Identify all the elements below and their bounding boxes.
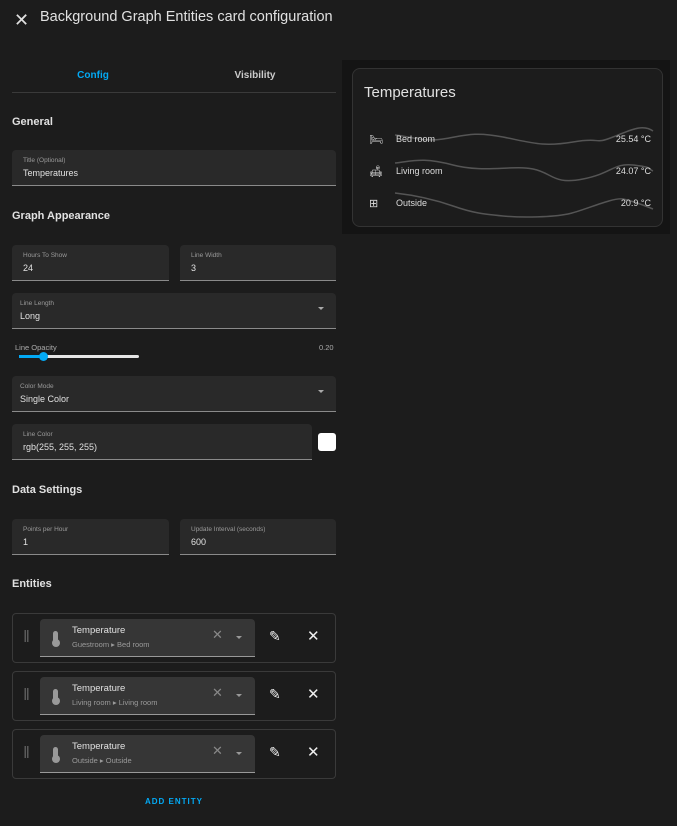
color-mode-value: Single Color — [20, 394, 70, 404]
entity-name: Temperature — [72, 625, 126, 636]
drag-handle-icon[interactable] — [24, 746, 29, 758]
clear-icon[interactable]: ✕ — [212, 685, 223, 701]
entity-name: Living room — [396, 166, 443, 176]
title-label: Title (Optional) — [23, 157, 66, 164]
entity-value: 25.54 °C — [615, 134, 651, 144]
entity-row-living-room[interactable]: 🛋 Living room 24.07 °C — [353, 163, 662, 183]
data-settings-heading: Data Settings — [12, 484, 83, 496]
entity-value: 24.07 °C — [615, 166, 651, 176]
entity-picker[interactable]: Temperature Living room ▸ Living room ✕ — [40, 677, 255, 715]
clear-icon[interactable]: ✕ — [212, 743, 223, 759]
entity-picker[interactable]: Temperature Guestroom ▸ Bed room ✕ — [40, 619, 255, 657]
hours-value: 24 — [23, 263, 34, 273]
entity-name: Temperature — [72, 683, 126, 694]
drag-handle-icon[interactable] — [24, 688, 29, 700]
hours-label: Hours To Show — [23, 252, 67, 259]
entity-area: Guestroom ▸ Bed room — [72, 640, 150, 649]
edit-pencil-icon[interactable]: ✎ — [269, 628, 281, 645]
points-per-hour-input[interactable]: Points per Hour 1 — [12, 519, 169, 555]
edit-pencil-icon[interactable]: ✎ — [269, 744, 281, 761]
entity-area: Living room ▸ Living room — [72, 698, 158, 707]
line-color-input[interactable]: Line Color rgb(255, 255, 255) — [12, 424, 312, 460]
entities-heading: Entities — [12, 578, 52, 590]
thermometer-icon — [51, 689, 60, 705]
drag-handle-icon[interactable] — [24, 630, 29, 642]
hours-to-show-input[interactable]: Hours To Show 24 — [12, 245, 169, 281]
chevron-down-icon — [318, 390, 324, 393]
title-value: Temperatures — [23, 168, 79, 178]
dialog-title: Background Graph Entities card configura… — [40, 9, 333, 25]
remove-icon[interactable]: ✕ — [307, 685, 320, 703]
entity-row: Temperature Living room ▸ Living room ✕ … — [12, 671, 336, 721]
sofa-icon: 🛋 — [369, 166, 383, 178]
line-color-value: rgb(255, 255, 255) — [23, 442, 98, 452]
tab-divider — [12, 92, 336, 93]
chevron-down-icon[interactable] — [236, 694, 242, 697]
line-length-value: Long — [20, 311, 41, 321]
entity-name: Temperature — [72, 741, 126, 752]
slider-handle[interactable] — [39, 352, 48, 361]
add-entity-button[interactable]: ADD ENTITY — [12, 797, 336, 806]
line-color-label: Line Color — [23, 431, 53, 438]
line-width-value: 3 — [191, 263, 197, 273]
interval-label: Update Interval (seconds) — [191, 526, 266, 533]
general-heading: General — [12, 116, 53, 128]
entity-row: Temperature Guestroom ▸ Bed room ✕ ✎ ✕ — [12, 613, 336, 663]
entity-area: Outside ▸ Outside — [72, 756, 132, 765]
interval-value: 600 — [191, 537, 207, 547]
line-opacity-value: 0.20 — [319, 343, 334, 352]
chevron-down-icon[interactable] — [236, 752, 242, 755]
line-width-label: Line Width — [191, 252, 222, 259]
update-interval-input[interactable]: Update Interval (seconds) 600 — [180, 519, 336, 555]
color-mode-select[interactable]: Color Mode Single Color — [12, 376, 336, 412]
edit-pencil-icon[interactable]: ✎ — [269, 686, 281, 703]
color-mode-label: Color Mode — [20, 383, 54, 390]
title-input[interactable]: Title (Optional) Temperatures — [12, 150, 336, 186]
close-icon[interactable]: ✕ — [14, 10, 29, 31]
entity-value: 20.9 °C — [620, 198, 651, 208]
entity-row: Temperature Outside ▸ Outside ✕ ✎ ✕ — [12, 729, 336, 779]
points-label: Points per Hour — [23, 526, 69, 533]
bed-icon: 🛏 — [369, 134, 383, 146]
graph-appearance-heading: Graph Appearance — [12, 210, 111, 222]
line-opacity-label: Line Opacity — [15, 343, 57, 352]
entity-name: Bed room — [396, 134, 436, 144]
remove-icon[interactable]: ✕ — [307, 743, 320, 761]
tab-config[interactable]: Config — [12, 70, 174, 81]
chevron-down-icon — [318, 307, 324, 310]
remove-icon[interactable]: ✕ — [307, 627, 320, 645]
line-opacity-slider[interactable] — [19, 352, 139, 361]
points-value: 1 — [23, 537, 29, 547]
preview-card: Temperatures 🛏 Bed room 25.54 °C 🛋 Livin… — [352, 68, 663, 227]
thermometer-icon — [51, 631, 60, 647]
line-width-input[interactable]: Line Width 3 — [180, 245, 336, 281]
entity-row-bed-room[interactable]: 🛏 Bed room 25.54 °C — [353, 131, 662, 151]
thermometer-icon — [51, 747, 60, 763]
tab-visibility[interactable]: Visibility — [174, 70, 336, 81]
clear-icon[interactable]: ✕ — [212, 627, 223, 643]
line-length-select[interactable]: Line Length Long — [12, 293, 336, 329]
line-length-label: Line Length — [20, 300, 54, 307]
entity-row-outside[interactable]: ⊞ Outside 20.9 °C — [353, 195, 662, 215]
entity-picker[interactable]: Temperature Outside ▸ Outside ✕ — [40, 735, 255, 773]
window-icon: ⊞ — [369, 198, 379, 210]
entity-name: Outside — [396, 198, 428, 208]
chevron-down-icon[interactable] — [236, 636, 242, 639]
color-swatch[interactable] — [318, 433, 336, 451]
